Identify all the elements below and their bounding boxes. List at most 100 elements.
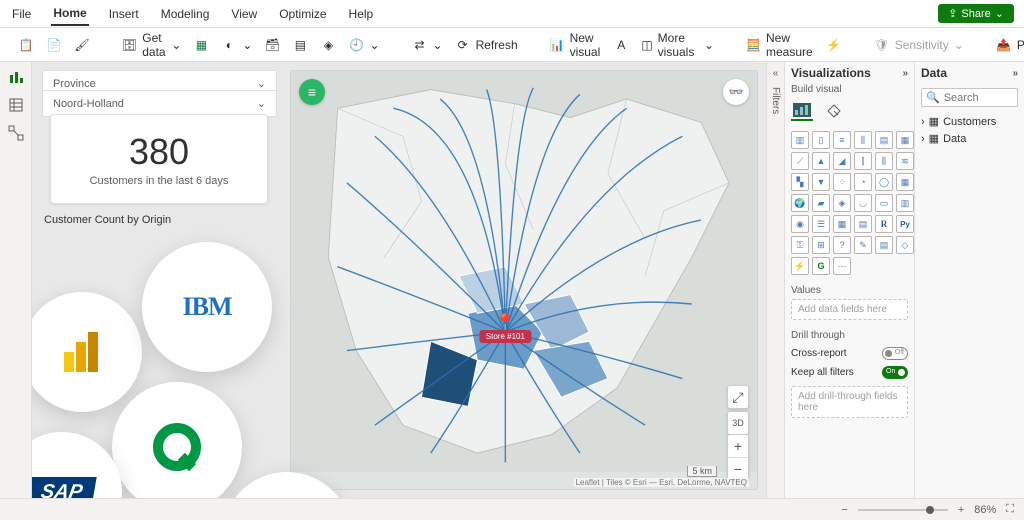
table-view-button[interactable] — [7, 96, 25, 114]
province-slicer-value[interactable]: Noord-Holland ⌄ — [42, 90, 277, 117]
viz-ribbon[interactable]: ≋ — [896, 152, 914, 170]
viz-line-clustered[interactable]: ⫼ — [875, 152, 893, 170]
format-painter-button[interactable]: 🖌 — [68, 34, 96, 56]
viz-stacked-column[interactable]: ▯ — [812, 131, 830, 149]
viz-line[interactable]: ⟋ — [791, 152, 809, 170]
viz-key-influencers[interactable]: ⚿ — [791, 236, 809, 254]
format-visual-tab[interactable] — [823, 101, 845, 121]
viz-slicer[interactable]: ☰ — [812, 215, 830, 233]
viz-stacked-area[interactable]: ◢ — [833, 152, 851, 170]
fit-to-page-button[interactable]: ⛶ — [1006, 503, 1014, 516]
datahub-button[interactable]: ◐⌄ — [215, 34, 258, 56]
copy-button[interactable]: 📄 — [40, 34, 68, 56]
viz-waterfall[interactable]: ▚ — [791, 173, 809, 191]
transform-data-button[interactable]: ⇄⌄ — [406, 34, 449, 56]
map-zoom-in-button[interactable]: + — [728, 435, 748, 457]
sql-button[interactable]: 🗃 — [258, 34, 286, 56]
viz-multi-card[interactable]: ▥ — [896, 194, 914, 212]
text-box-button[interactable]: A — [607, 34, 635, 56]
new-measure-button[interactable]: 🧮New measure — [740, 28, 820, 62]
viz-100-bar[interactable]: ▤ — [875, 131, 893, 149]
menu-view[interactable]: View — [229, 3, 259, 25]
more-visuals-label: More visuals — [658, 31, 699, 59]
report-view-button[interactable] — [7, 68, 25, 86]
table-icon — [8, 97, 24, 113]
zoom-out-button[interactable]: − — [841, 504, 847, 516]
viz-table[interactable]: ▦ — [833, 215, 851, 233]
zoom-in-button[interactable]: + — [958, 504, 964, 516]
viz-area[interactable]: ▲ — [812, 152, 830, 170]
map-menu-button[interactable]: ≡ — [299, 79, 325, 105]
menu-home[interactable]: Home — [51, 2, 88, 26]
viz-clustered-column[interactable]: ⫼ — [854, 131, 872, 149]
viz-decomposition[interactable]: ⊞ — [812, 236, 830, 254]
viz-kpi[interactable]: ◉ — [791, 215, 809, 233]
viz-funnel[interactable]: ▼ — [812, 173, 830, 191]
viz-donut[interactable]: ◯ — [875, 173, 893, 191]
viz-narrative[interactable]: ✎ — [854, 236, 872, 254]
keep-filters-toggle[interactable]: On — [882, 366, 908, 379]
values-dropzone[interactable]: Add data fields here — [791, 299, 908, 320]
enter-data-button[interactable]: ▤ — [286, 34, 314, 56]
build-visual-tab[interactable] — [791, 101, 813, 121]
viz-stacked-bar[interactable]: ▥ — [791, 131, 809, 149]
map-expand-button[interactable]: ⤢ — [728, 386, 748, 408]
table-data[interactable]: › ▦ Data — [921, 130, 1018, 147]
viz-map[interactable]: 🌍 — [791, 194, 809, 212]
viz-treemap[interactable]: ▦ — [896, 173, 914, 191]
search-box[interactable]: 🔍 — [921, 88, 1018, 107]
table-customers[interactable]: › ▦ Customers — [921, 113, 1018, 130]
cross-report-toggle[interactable]: Off — [882, 347, 908, 360]
sensitivity-button[interactable]: 🛡Sensitivity⌄ — [868, 34, 970, 56]
expand-right-icon[interactable]: » — [1012, 68, 1018, 79]
viz-clustered-bar[interactable]: ≡ — [833, 131, 851, 149]
filters-label: Filters — [770, 87, 781, 114]
drill-dropzone[interactable]: Add drill-through fields here — [791, 386, 908, 418]
viz-filled-map[interactable]: ▰ — [812, 194, 830, 212]
share-button[interactable]: ⇪ Share ⌄ — [938, 4, 1014, 23]
menu-file[interactable]: File — [10, 3, 33, 25]
menu-insert[interactable]: Insert — [107, 3, 141, 25]
filters-pane-collapsed[interactable]: « Filters — [766, 62, 784, 498]
refresh-button[interactable]: ⟳Refresh — [449, 34, 524, 56]
report-canvas[interactable]: Province ⌄ Noord-Holland ⌄ 380 Customers… — [32, 62, 766, 498]
viz-gauge[interactable]: ◡ — [854, 194, 872, 212]
viz-card[interactable]: ▭ — [875, 194, 893, 212]
viz-paginated[interactable]: ▤ — [875, 236, 893, 254]
map-poi-button[interactable]: 👓 — [723, 79, 749, 105]
get-data-button[interactable]: 🗄 Get data ⌄ — [116, 28, 187, 62]
viz-more[interactable]: ⋯ — [833, 257, 851, 275]
map-zoom-out-button[interactable]: − — [728, 458, 748, 480]
expand-right-icon[interactable]: » — [902, 68, 908, 79]
viz-pie[interactable]: ◔ — [854, 173, 872, 191]
viz-100-column[interactable]: ▦ — [896, 131, 914, 149]
excel-button[interactable]: ▦ — [187, 34, 215, 56]
card-visual[interactable]: 380 Customers in the last 6 days — [50, 114, 268, 204]
paste-button[interactable]: 📋 — [12, 34, 40, 56]
publish-button[interactable]: 📤Publish — [990, 34, 1024, 56]
map-3d-button[interactable]: 3D — [728, 412, 748, 434]
search-input[interactable] — [944, 92, 1013, 104]
viz-line-column[interactable]: ⫿ — [854, 152, 872, 170]
dataverse-button[interactable]: ◈ — [314, 34, 342, 56]
zoom-slider[interactable] — [858, 509, 948, 511]
chevron-right-icon: › — [921, 116, 925, 128]
menu-modeling[interactable]: Modeling — [159, 3, 212, 25]
viz-azure-map[interactable]: ◈ — [833, 194, 851, 212]
viz-matrix[interactable]: ▤ — [854, 215, 872, 233]
recent-sources-button[interactable]: 🕘⌄ — [342, 34, 385, 56]
menu-help[interactable]: Help — [347, 3, 376, 25]
more-visuals-button[interactable]: ◫More visuals⌄ — [635, 28, 720, 62]
viz-python[interactable]: Py — [896, 215, 914, 233]
model-icon — [8, 125, 24, 141]
viz-custom[interactable]: G — [812, 257, 830, 275]
new-visual-button[interactable]: 📊New visual — [544, 28, 608, 62]
viz-r-script[interactable]: R — [875, 215, 893, 233]
menu-optimize[interactable]: Optimize — [277, 3, 328, 25]
viz-powerapps[interactable]: ◇ — [896, 236, 914, 254]
viz-qna[interactable]: ? — [833, 236, 851, 254]
model-view-button[interactable] — [7, 124, 25, 142]
viz-powerautomate[interactable]: ⚡ — [791, 257, 809, 275]
viz-scatter[interactable]: ⁘ — [833, 173, 851, 191]
quick-measure-button[interactable]: ⚡ — [820, 34, 848, 56]
